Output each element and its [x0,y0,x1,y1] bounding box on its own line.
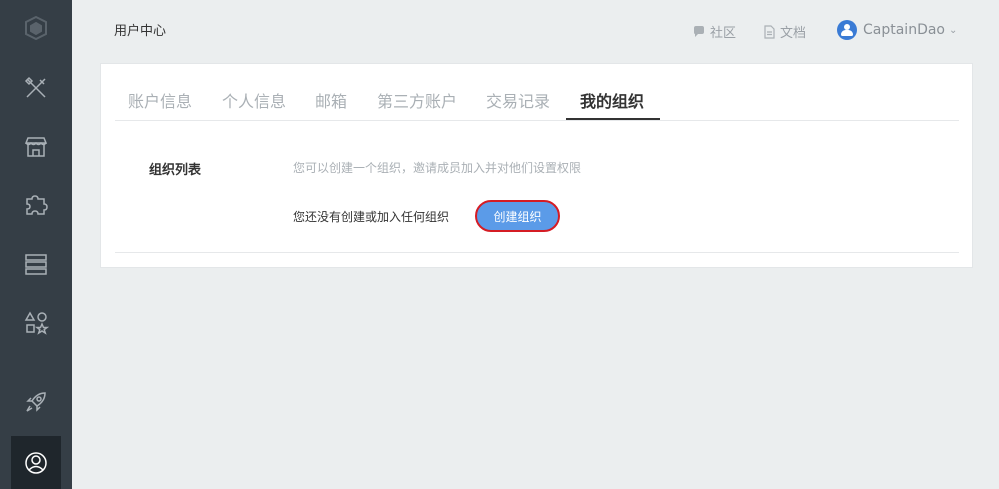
community-label: 社区 [710,26,737,41]
plugin-icon[interactable] [14,183,58,227]
logo-icon[interactable] [14,6,58,50]
tab-email[interactable]: 邮箱 [315,88,347,112]
divider [115,252,959,253]
user-center-icon[interactable] [11,436,61,489]
docs-label: 文档 [780,26,807,41]
chevron-down-icon: ⌄ [949,24,958,36]
chat-bubble-icon [694,25,704,37]
sidebar [0,0,72,489]
shapes-icon[interactable] [14,301,58,345]
page-title: 用户中心 [114,24,167,39]
avatar [837,20,857,40]
tab-personal-info[interactable]: 个人信息 [222,88,286,112]
content-card: 账户信息 个人信息 邮箱 第三方账户 交易记录 我的组织 组织列表 您可以创建一… [100,63,973,268]
store-icon[interactable] [14,125,58,169]
org-list-label: 组织列表 [149,163,202,178]
empty-state-text: 您还没有创建或加入任何组织 [293,210,450,224]
tab-transactions[interactable]: 交易记录 [486,88,550,112]
community-link[interactable]: 社区 [692,22,736,41]
server-icon[interactable] [14,242,58,286]
org-description: 您可以创建一个组织，邀请成员加入并对他们设置权限 [293,161,582,175]
tab-account-info[interactable]: 账户信息 [128,88,192,112]
tab-third-party[interactable]: 第三方账户 [377,88,457,112]
rocket-icon[interactable] [14,380,58,424]
document-icon [764,24,775,39]
user-menu[interactable]: CaptainDao ⌄ [837,20,957,40]
username: CaptainDao [863,22,945,38]
tab-my-organizations[interactable]: 我的组织 [580,88,644,112]
tools-icon[interactable] [14,66,58,110]
create-organization-button[interactable]: 创建组织 [475,200,560,232]
active-tab-indicator [566,118,660,120]
docs-link[interactable]: 文档 [762,22,806,41]
tab-bar: 账户信息 个人信息 邮箱 第三方账户 交易记录 我的组织 [115,64,959,121]
